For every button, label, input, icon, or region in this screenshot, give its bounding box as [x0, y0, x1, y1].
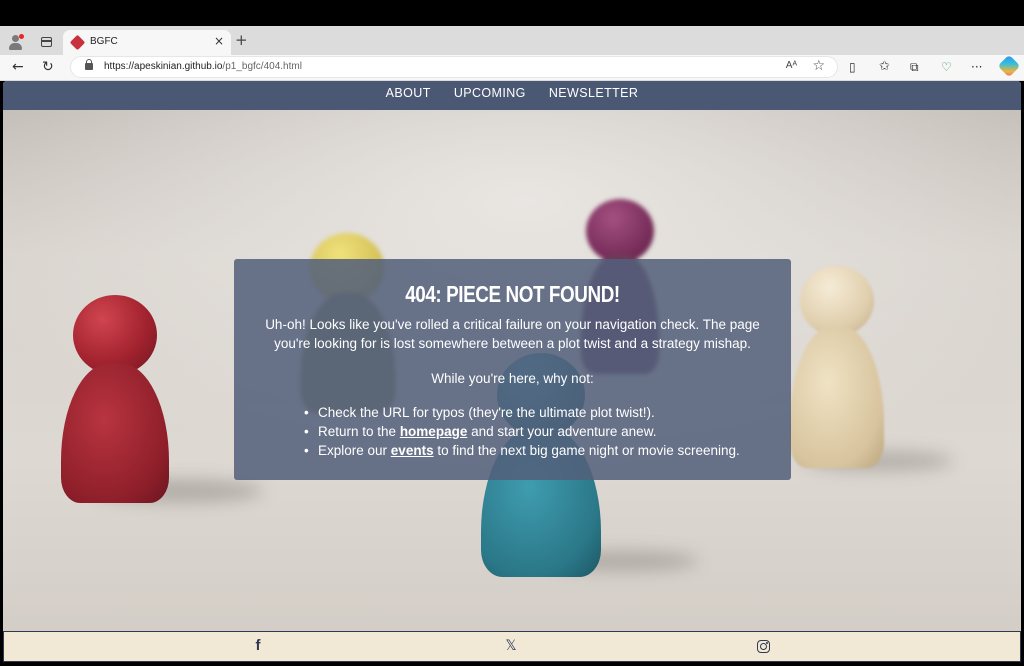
- favorites-icon[interactable]: ✩: [879, 58, 890, 76]
- os-top-bar: [0, 0, 1024, 26]
- reload-icon[interactable]: ↻: [42, 58, 54, 76]
- profile-icon[interactable]: [7, 34, 24, 51]
- suggestion-text: Return to the: [318, 424, 400, 439]
- suggestion-text: Check the URL for typos (they're the ult…: [318, 405, 655, 420]
- nav-link-newsletter[interactable]: NEWSLETTER: [549, 81, 638, 106]
- new-tab-icon[interactable]: +: [235, 31, 248, 49]
- site-footer: f 𝕏: [3, 631, 1021, 662]
- red-pawn: [61, 295, 171, 505]
- events-link[interactable]: events: [391, 443, 434, 458]
- dice-favicon-icon: [69, 34, 86, 51]
- url-host: https://apeskinian.github.io: [104, 61, 223, 72]
- suggestion-text: Explore our: [318, 443, 391, 458]
- beige-pawn: [790, 266, 885, 468]
- x-icon[interactable]: 𝕏: [503, 638, 519, 654]
- list-item: Explore our events to find the next big …: [304, 441, 740, 460]
- webpage: ABOUT UPCOMING NEWSLETTER 404: PIECE NOT…: [3, 81, 1021, 662]
- nav-link-about[interactable]: ABOUT: [386, 81, 431, 106]
- read-aloud-icon[interactable]: Aᴬ: [786, 60, 797, 71]
- suggestion-list: Check the URL for typos (they're the ult…: [304, 403, 740, 460]
- close-tab-icon[interactable]: ×: [214, 34, 224, 48]
- favorite-star-icon[interactable]: ☆: [812, 58, 825, 74]
- homepage-link[interactable]: homepage: [400, 424, 468, 439]
- browser-essentials-icon[interactable]: ♡: [941, 58, 952, 76]
- error-intro: Uh-oh! Looks like you've rolled a critic…: [265, 317, 760, 351]
- while-here-text: While you're here, why not:: [431, 371, 594, 386]
- site-nav: ABOUT UPCOMING NEWSLETTER: [3, 81, 1021, 110]
- browser-tab[interactable]: BGFC ×: [63, 30, 231, 56]
- url-path: /p1_bgfc/404.html: [222, 61, 302, 72]
- tab-actions-icon[interactable]: [41, 37, 52, 47]
- address-bar[interactable]: https://apeskinian.github.io/p1_bgfc/404…: [70, 56, 838, 78]
- nav-link-upcoming[interactable]: UPCOMING: [454, 81, 526, 106]
- split-screen-icon[interactable]: ▯: [849, 58, 856, 76]
- error-heading: 404: PIECE NOT FOUND!: [405, 281, 620, 307]
- list-item: Return to the homepage and start your ad…: [304, 422, 740, 441]
- tab-title: BGFC: [90, 36, 118, 47]
- more-menu-icon[interactable]: ···: [971, 58, 982, 76]
- tab-strip: BGFC ×: [0, 26, 1024, 56]
- suggestion-text: to find the next big game night or movie…: [433, 443, 740, 458]
- copilot-icon[interactable]: [997, 54, 1021, 78]
- error-card: 404: PIECE NOT FOUND! Uh-oh! Looks like …: [234, 259, 791, 480]
- url-text: https://apeskinian.github.io/p1_bgfc/404…: [104, 61, 302, 72]
- lock-icon: [85, 59, 93, 70]
- browser-toolbar: ← ↻ https://apeskinian.github.io/p1_bgfc…: [0, 54, 1024, 81]
- list-item: Check the URL for typos (they're the ult…: [304, 403, 740, 422]
- instagram-icon[interactable]: [757, 640, 770, 653]
- back-arrow-icon[interactable]: ←: [12, 58, 24, 76]
- suggestion-text: and start your adventure anew.: [467, 424, 657, 439]
- facebook-icon[interactable]: f: [250, 638, 266, 654]
- collections-icon[interactable]: ⧉: [910, 58, 919, 76]
